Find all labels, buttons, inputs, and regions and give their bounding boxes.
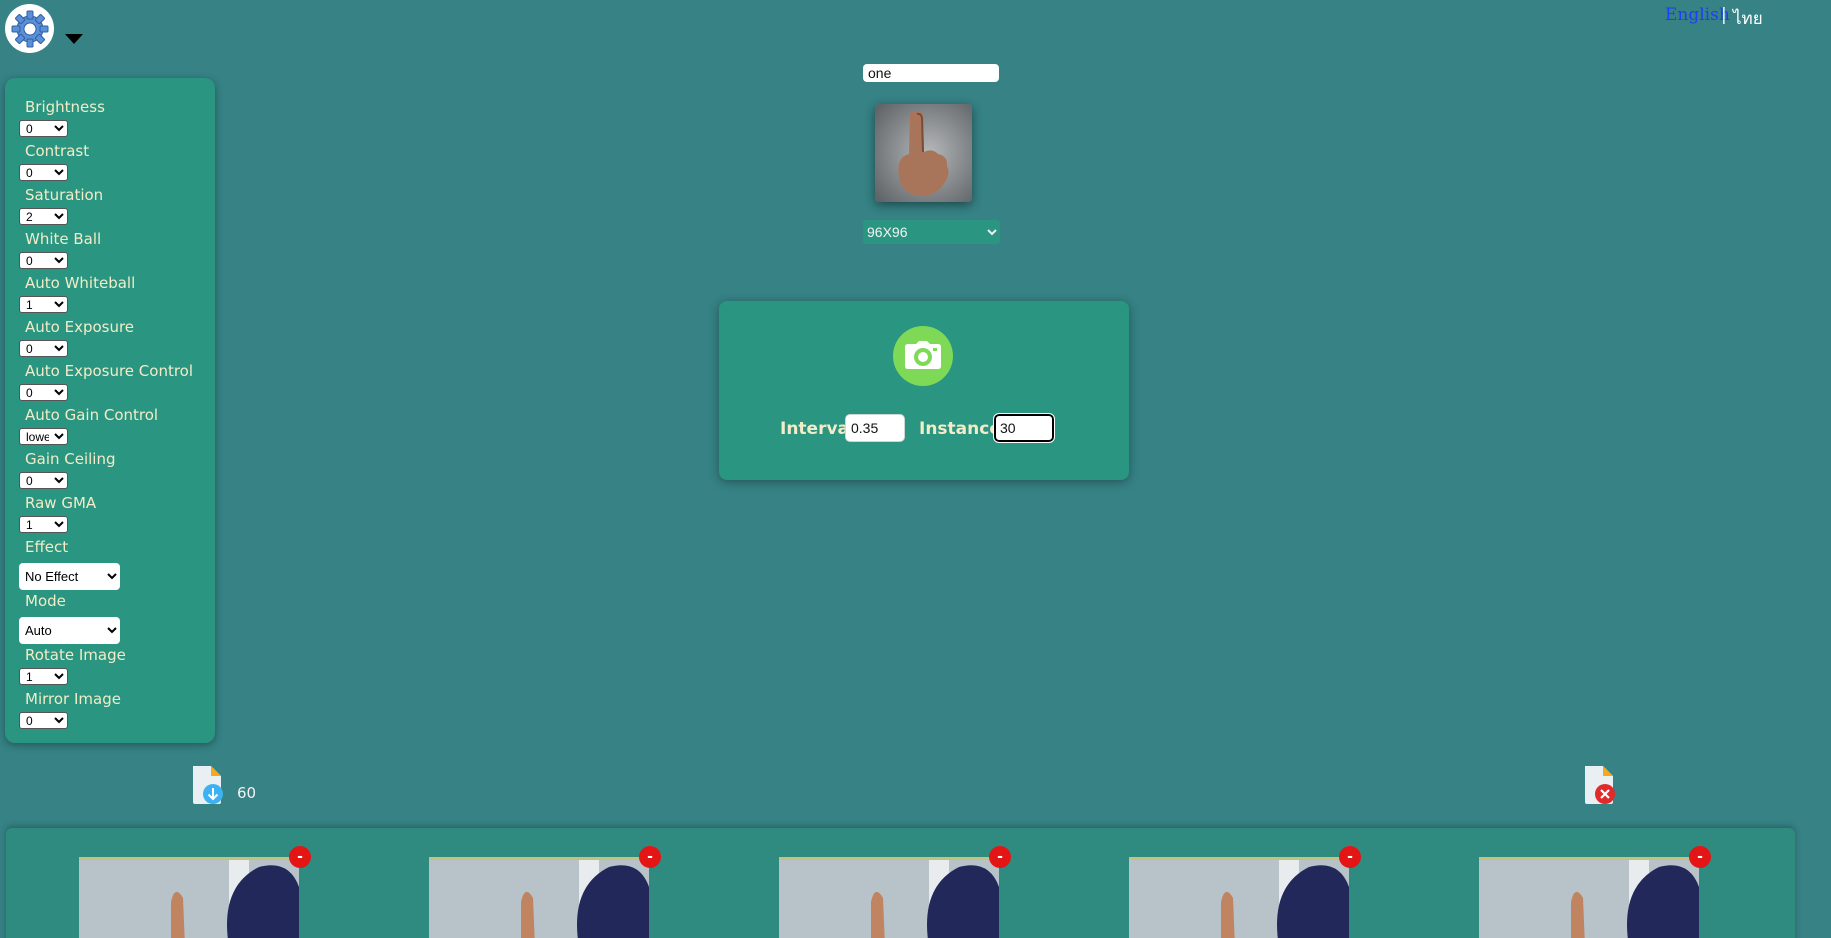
remove-image-button[interactable]: - <box>989 846 1011 868</box>
caret-down-icon[interactable] <box>65 34 83 44</box>
camera-preview-image <box>875 104 972 202</box>
remove-image-button[interactable]: - <box>1689 846 1711 868</box>
effect-select[interactable]: No Effect <box>19 563 120 590</box>
resolution-select[interactable]: 96X96 <box>863 220 1000 244</box>
white-ball-label: White Ball <box>25 230 102 248</box>
download-file-icon[interactable] <box>191 764 223 806</box>
remove-image-button[interactable]: - <box>1339 846 1361 868</box>
mode-select[interactable]: Auto <box>19 617 120 644</box>
auto-exposure-label: Auto Exposure <box>25 318 135 336</box>
auto-gain-control-select[interactable]: lowe <box>19 428 68 445</box>
camera-settings-panel: Brightness 0 Contrast 0 Saturation 2 Whi… <box>5 78 215 743</box>
gear-icon[interactable] <box>5 4 54 53</box>
auto-whiteball-label: Auto Whiteball <box>25 274 136 292</box>
lang-separator: | <box>1721 5 1727 25</box>
mode-label: Mode <box>25 592 66 610</box>
rotate-image-label: Rotate Image <box>25 646 126 664</box>
lang-thai-link[interactable]: ไทย <box>1733 5 1763 32</box>
auto-exposure-select[interactable]: 0 <box>19 340 68 357</box>
brightness-select[interactable]: 0 <box>19 120 68 137</box>
contrast-label: Contrast <box>25 142 90 160</box>
instances-input[interactable] <box>993 413 1055 443</box>
remove-image-button[interactable]: - <box>639 846 661 868</box>
captured-image-thumbnail <box>79 857 299 938</box>
gain-ceiling-select[interactable]: 0 <box>19 472 68 489</box>
saturation-select[interactable]: 2 <box>19 208 68 225</box>
auto-whiteball-select[interactable]: 1 <box>19 296 68 313</box>
effect-label: Effect <box>25 538 69 556</box>
mirror-image-select[interactable]: 0 <box>19 712 68 729</box>
remove-image-button[interactable]: - <box>289 846 311 868</box>
white-ball-select[interactable]: 0 <box>19 252 68 269</box>
raw-gma-label: Raw GMA <box>25 494 97 512</box>
auto-gain-control-label: Auto Gain Control <box>25 406 159 424</box>
saturation-label: Saturation <box>25 186 104 204</box>
delete-file-icon[interactable] <box>1583 764 1615 806</box>
contrast-select[interactable]: 0 <box>19 164 68 181</box>
auto-exposure-control-select[interactable]: 0 <box>19 384 68 401</box>
raw-gma-select[interactable]: 1 <box>19 516 68 533</box>
gain-ceiling-label: Gain Ceiling <box>25 450 116 468</box>
captured-images-gallery: - - - - - <box>6 828 1795 938</box>
capture-card: Interval Instances <box>719 301 1129 480</box>
auto-exposure-control-label: Auto Exposure Control <box>25 362 194 380</box>
rotate-image-select[interactable]: 1 <box>19 668 68 685</box>
interval-label: Interval <box>780 419 855 439</box>
interval-input[interactable] <box>845 414 905 442</box>
brightness-label: Brightness <box>25 98 105 116</box>
app-root: English | ไทย Brightness 0 Contrast 0 Sa… <box>0 0 1831 938</box>
captured-image-thumbnail <box>1479 857 1699 938</box>
class-name-input[interactable] <box>863 64 999 82</box>
mirror-image-label: Mirror Image <box>25 690 121 708</box>
captured-image-thumbnail <box>429 857 649 938</box>
camera-icon[interactable] <box>893 326 953 386</box>
captured-image-thumbnail <box>1129 857 1349 938</box>
sample-count: 60 <box>237 784 257 802</box>
captured-image-thumbnail <box>779 857 999 938</box>
